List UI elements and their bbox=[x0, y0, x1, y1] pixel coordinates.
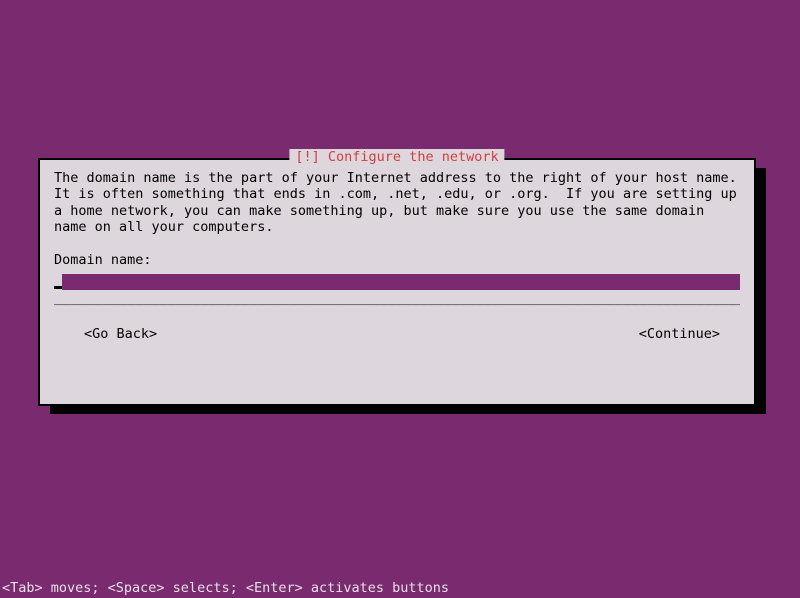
continue-button[interactable]: <Continue> bbox=[639, 326, 720, 342]
domain-name-input[interactable] bbox=[62, 274, 740, 290]
configure-network-dialog: [!] Configure the network The domain nam… bbox=[38, 158, 756, 406]
domain-name-input-row bbox=[54, 274, 740, 290]
go-back-button[interactable]: <Go Back> bbox=[84, 326, 157, 342]
footer-help: <Tab> moves; <Space> selects; <Enter> ac… bbox=[2, 580, 449, 596]
input-underline: ________________________________________… bbox=[54, 290, 740, 306]
domain-name-label: Domain name: bbox=[54, 252, 740, 268]
dialog-description: The domain name is the part of your Inte… bbox=[54, 170, 740, 236]
button-row: <Go Back> <Continue> bbox=[54, 326, 740, 342]
dialog-content: The domain name is the part of your Inte… bbox=[40, 160, 754, 352]
text-cursor bbox=[54, 286, 62, 289]
dialog-title: [!] Configure the network bbox=[289, 149, 504, 165]
